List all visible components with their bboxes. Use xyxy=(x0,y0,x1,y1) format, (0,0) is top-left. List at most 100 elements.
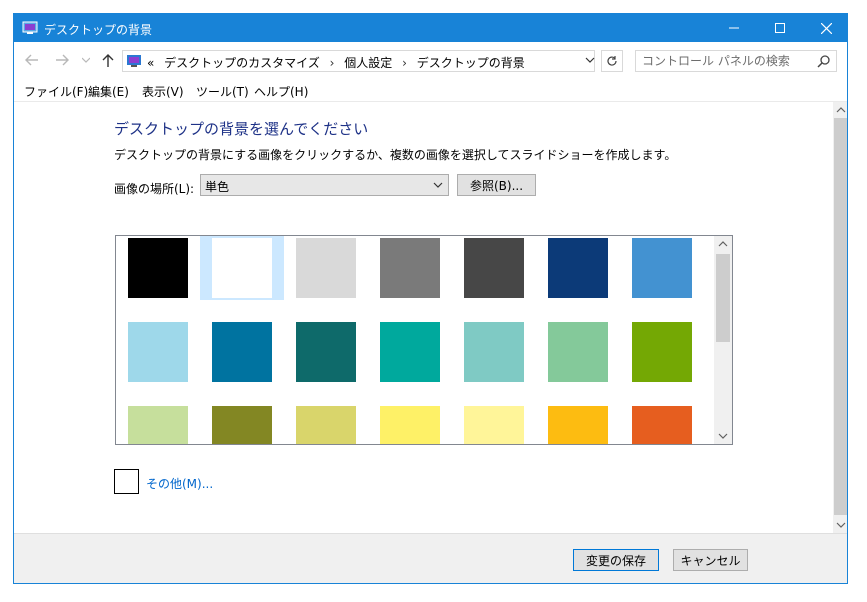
color-swatch-fill xyxy=(548,406,608,444)
window-title: デスクトップの背景 xyxy=(44,23,153,37)
breadcrumb-separator[interactable]: › xyxy=(330,56,335,70)
desktop-background-window: デスクトップの背景 « デスクトップのカスタマイズ › 個人設定 › デスクトッ… xyxy=(13,13,848,584)
gallery-scrollbar[interactable] xyxy=(714,236,732,444)
color-swatch[interactable] xyxy=(452,236,536,300)
maximize-button[interactable] xyxy=(757,14,803,42)
color-swatch[interactable] xyxy=(620,404,704,444)
color-swatch-fill xyxy=(380,406,440,444)
color-swatch[interactable] xyxy=(368,404,452,444)
recent-locations-button[interactable] xyxy=(78,52,94,68)
scroll-down-icon[interactable] xyxy=(836,521,846,529)
navigation-bar: « デスクトップのカスタマイズ › 個人設定 › デスクトップの背景 xyxy=(14,42,847,78)
color-swatch[interactable] xyxy=(536,320,620,384)
dialog-footer: 変更の保存 キャンセル xyxy=(14,533,847,583)
breadcrumb-item-personalization[interactable]: 個人設定 xyxy=(344,56,392,70)
forward-arrow-icon xyxy=(56,54,69,66)
color-swatch-fill xyxy=(464,322,524,382)
menu-file[interactable]: ファイル(F) xyxy=(24,83,88,100)
search-icon[interactable] xyxy=(817,54,831,68)
color-swatch[interactable] xyxy=(368,320,452,384)
minimize-button[interactable] xyxy=(711,14,757,42)
color-swatch-fill xyxy=(128,406,188,444)
refresh-icon xyxy=(607,56,617,66)
window-scrollbar[interactable] xyxy=(833,102,847,533)
more-colors-link[interactable]: その他(M)... xyxy=(146,475,213,492)
other-color-swatch[interactable] xyxy=(114,469,139,494)
title-bar[interactable]: デスクトップの背景 xyxy=(14,14,847,42)
scroll-up-icon[interactable] xyxy=(718,240,728,248)
color-swatch-fill xyxy=(632,322,692,382)
menu-help[interactable]: ヘルプ(H) xyxy=(254,83,308,100)
color-swatch[interactable] xyxy=(284,236,368,300)
back-arrow-icon xyxy=(25,54,38,66)
picture-location-select[interactable]: 単色 xyxy=(200,174,449,196)
color-swatch[interactable] xyxy=(200,320,284,384)
menu-tools[interactable]: ツール(T) xyxy=(196,83,249,100)
menu-bar: ファイル(F) 編集(E) 表示(V) ツール(T) ヘルプ(H) xyxy=(14,78,847,102)
color-swatch-fill xyxy=(128,238,188,298)
color-swatch[interactable] xyxy=(620,320,704,384)
color-swatch-fill xyxy=(296,406,356,444)
color-swatch-fill xyxy=(212,322,272,382)
color-swatch[interactable] xyxy=(200,404,284,444)
cancel-button[interactable]: キャンセル xyxy=(673,549,748,571)
close-icon xyxy=(820,22,832,34)
color-swatch-fill xyxy=(632,238,692,298)
picture-location-value: 単色 xyxy=(205,180,230,194)
chevron-down-icon xyxy=(433,182,443,188)
color-swatch-fill xyxy=(128,322,188,382)
color-swatch-fill xyxy=(212,238,272,298)
breadcrumb-item-desktop-background[interactable]: デスクトップの背景 xyxy=(417,56,525,70)
breadcrumb-item-customize[interactable]: デスクトップのカスタマイズ xyxy=(164,56,320,70)
color-swatch[interactable] xyxy=(200,236,284,300)
color-gallery xyxy=(115,235,733,445)
gallery-scroll-thumb[interactable] xyxy=(716,254,730,342)
control-panel-icon xyxy=(127,55,141,67)
back-button[interactable] xyxy=(24,52,40,68)
page-description: デスクトップの背景にする画像をクリックするか、複数の画像を選択してスライドショー… xyxy=(114,148,677,162)
scroll-down-icon[interactable] xyxy=(718,432,728,440)
breadcrumb: « デスクトップのカスタマイズ › 個人設定 › デスクトップの背景 xyxy=(147,54,531,71)
color-swatch[interactable] xyxy=(620,236,704,300)
color-swatch-fill xyxy=(548,238,608,298)
color-swatch[interactable] xyxy=(452,320,536,384)
menu-view[interactable]: 表示(V) xyxy=(142,83,184,100)
browse-button[interactable]: 参照(B)... xyxy=(457,174,536,196)
scroll-up-icon[interactable] xyxy=(836,106,846,114)
save-changes-button[interactable]: 変更の保存 xyxy=(573,549,659,571)
address-bar[interactable]: « デスクトップのカスタマイズ › 個人設定 › デスクトップの背景 xyxy=(122,50,595,72)
refresh-button[interactable] xyxy=(601,50,623,72)
maximize-icon xyxy=(775,23,785,33)
up-button[interactable] xyxy=(100,52,116,68)
picture-location-label: 画像の場所(L): xyxy=(114,182,195,196)
main-content: デスクトップの背景を選んでください デスクトップの背景にする画像をクリックするか… xyxy=(14,102,833,533)
address-dropdown-icon[interactable] xyxy=(583,53,597,67)
color-swatch[interactable] xyxy=(536,236,620,300)
color-swatch[interactable] xyxy=(452,404,536,444)
breadcrumb-separator[interactable]: › xyxy=(402,56,407,70)
chevron-down-icon xyxy=(82,57,90,63)
search-input[interactable] xyxy=(642,53,812,69)
color-swatch-fill xyxy=(296,238,356,298)
window-scroll-thumb[interactable] xyxy=(834,118,847,515)
menu-edit[interactable]: 編集(E) xyxy=(88,83,129,100)
search-box[interactable] xyxy=(635,50,837,72)
color-swatch[interactable] xyxy=(284,404,368,444)
minimize-icon xyxy=(729,27,739,29)
forward-button[interactable] xyxy=(54,52,70,68)
color-swatch[interactable] xyxy=(116,236,200,300)
page-title: デスクトップの背景を選んでください xyxy=(114,120,369,138)
color-swatch[interactable] xyxy=(536,404,620,444)
color-swatch[interactable] xyxy=(368,236,452,300)
close-button[interactable] xyxy=(803,14,847,42)
breadcrumb-overflow[interactable]: « xyxy=(147,56,154,70)
up-arrow-icon xyxy=(102,54,114,67)
color-swatch-fill xyxy=(296,322,356,382)
color-swatch[interactable] xyxy=(284,320,368,384)
color-swatch-fill xyxy=(380,238,440,298)
color-swatch-fill xyxy=(380,322,440,382)
color-swatch[interactable] xyxy=(116,320,200,384)
color-swatch-fill xyxy=(632,406,692,444)
color-swatch[interactable] xyxy=(116,404,200,444)
color-swatch-fill xyxy=(212,406,272,444)
